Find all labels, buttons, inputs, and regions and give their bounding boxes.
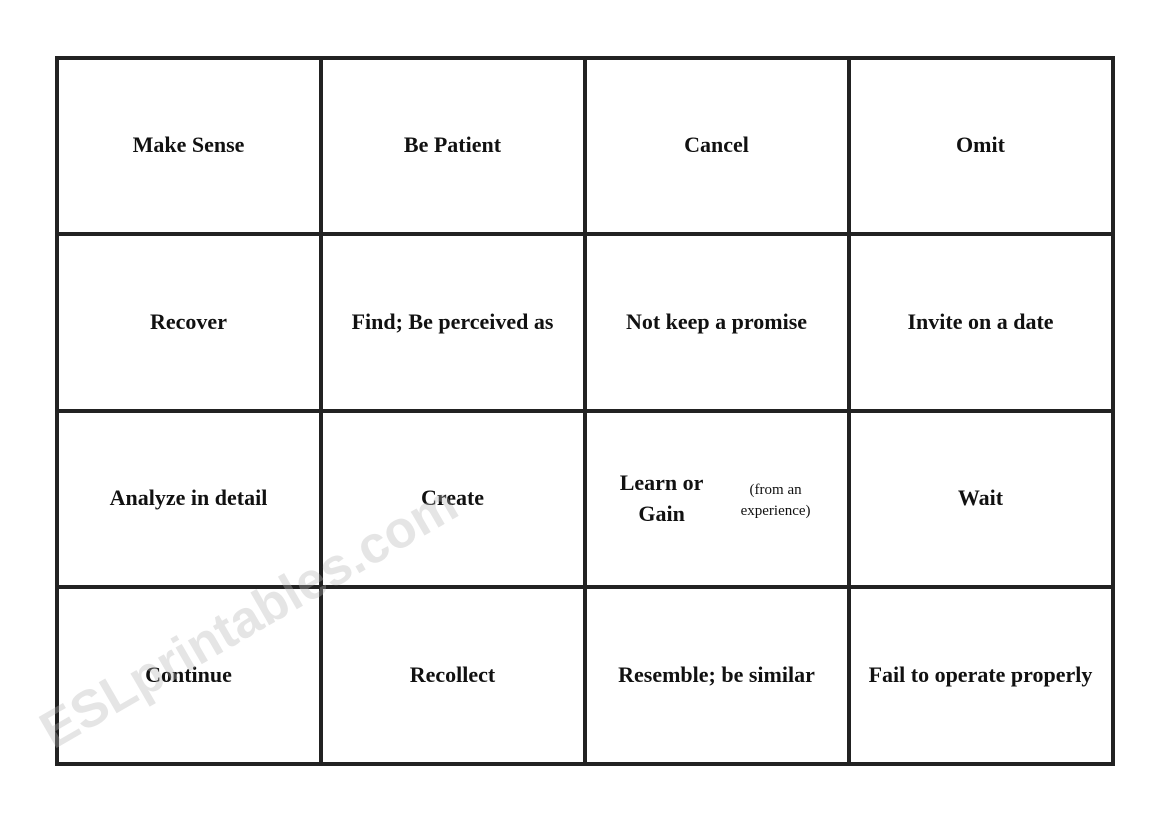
- cell-omit: Omit: [849, 58, 1113, 235]
- cell-make-sense: Make Sense: [57, 58, 321, 235]
- cell-fail-to-operate: Fail to operate properly: [849, 587, 1113, 764]
- cell-cancel: Cancel: [585, 58, 849, 235]
- cell-wait: Wait: [849, 411, 1113, 588]
- cell-analyze-in-detail: Analyze in detail: [57, 411, 321, 588]
- cell-create: Create: [321, 411, 585, 588]
- cell-learn-or-gain: Learn or Gain(from an experience): [585, 411, 849, 588]
- cell-resemble-similar: Resemble; be similar: [585, 587, 849, 764]
- cell-continue: Continue: [57, 587, 321, 764]
- cell-invite-on-date: Invite on a date: [849, 234, 1113, 411]
- cell-find-be-perceived: Find; Be perceived as: [321, 234, 585, 411]
- bingo-grid: Make SenseBe PatientCancelOmit RecoverFin…: [55, 56, 1115, 766]
- cell-sub-learn-or-gain: (from an experience): [721, 480, 831, 522]
- cell-not-keep-promise: Not keep a promise: [585, 234, 849, 411]
- cell-recover: Recover: [57, 234, 321, 411]
- cell-text-learn-or-gain: Learn or Gain: [603, 468, 721, 530]
- cell-recollect: Recollect: [321, 587, 585, 764]
- cell-be-patient: Be Patient: [321, 58, 585, 235]
